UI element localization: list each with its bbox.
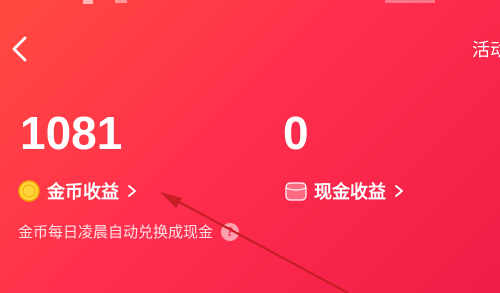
- status-bar: [83, 0, 435, 4]
- exchange-hint: 金币每日凌晨自动兑换成现金 ?: [18, 221, 240, 242]
- cash-income-link[interactable]: 现金收益: [285, 178, 405, 204]
- chevron-right-icon: [395, 185, 403, 197]
- back-chevron-icon[interactable]: [8, 36, 34, 62]
- question-icon[interactable]: ?: [221, 222, 240, 241]
- coin-income-link[interactable]: 金币收益: [18, 178, 138, 204]
- cash-income-label: 现金收益: [314, 182, 386, 203]
- coin-income-label: 金币收益: [47, 182, 119, 203]
- exchange-hint-text: 金币每日凌晨自动兑换成现金: [18, 223, 214, 241]
- chevron-right-icon: [128, 185, 136, 197]
- wallet-icon: [285, 182, 307, 201]
- gold-coin-icon: [18, 180, 40, 202]
- activity-link[interactable]: 活动: [472, 36, 500, 62]
- cash-balance-value: 0: [283, 107, 309, 159]
- coin-balance-value: 1081: [20, 107, 123, 159]
